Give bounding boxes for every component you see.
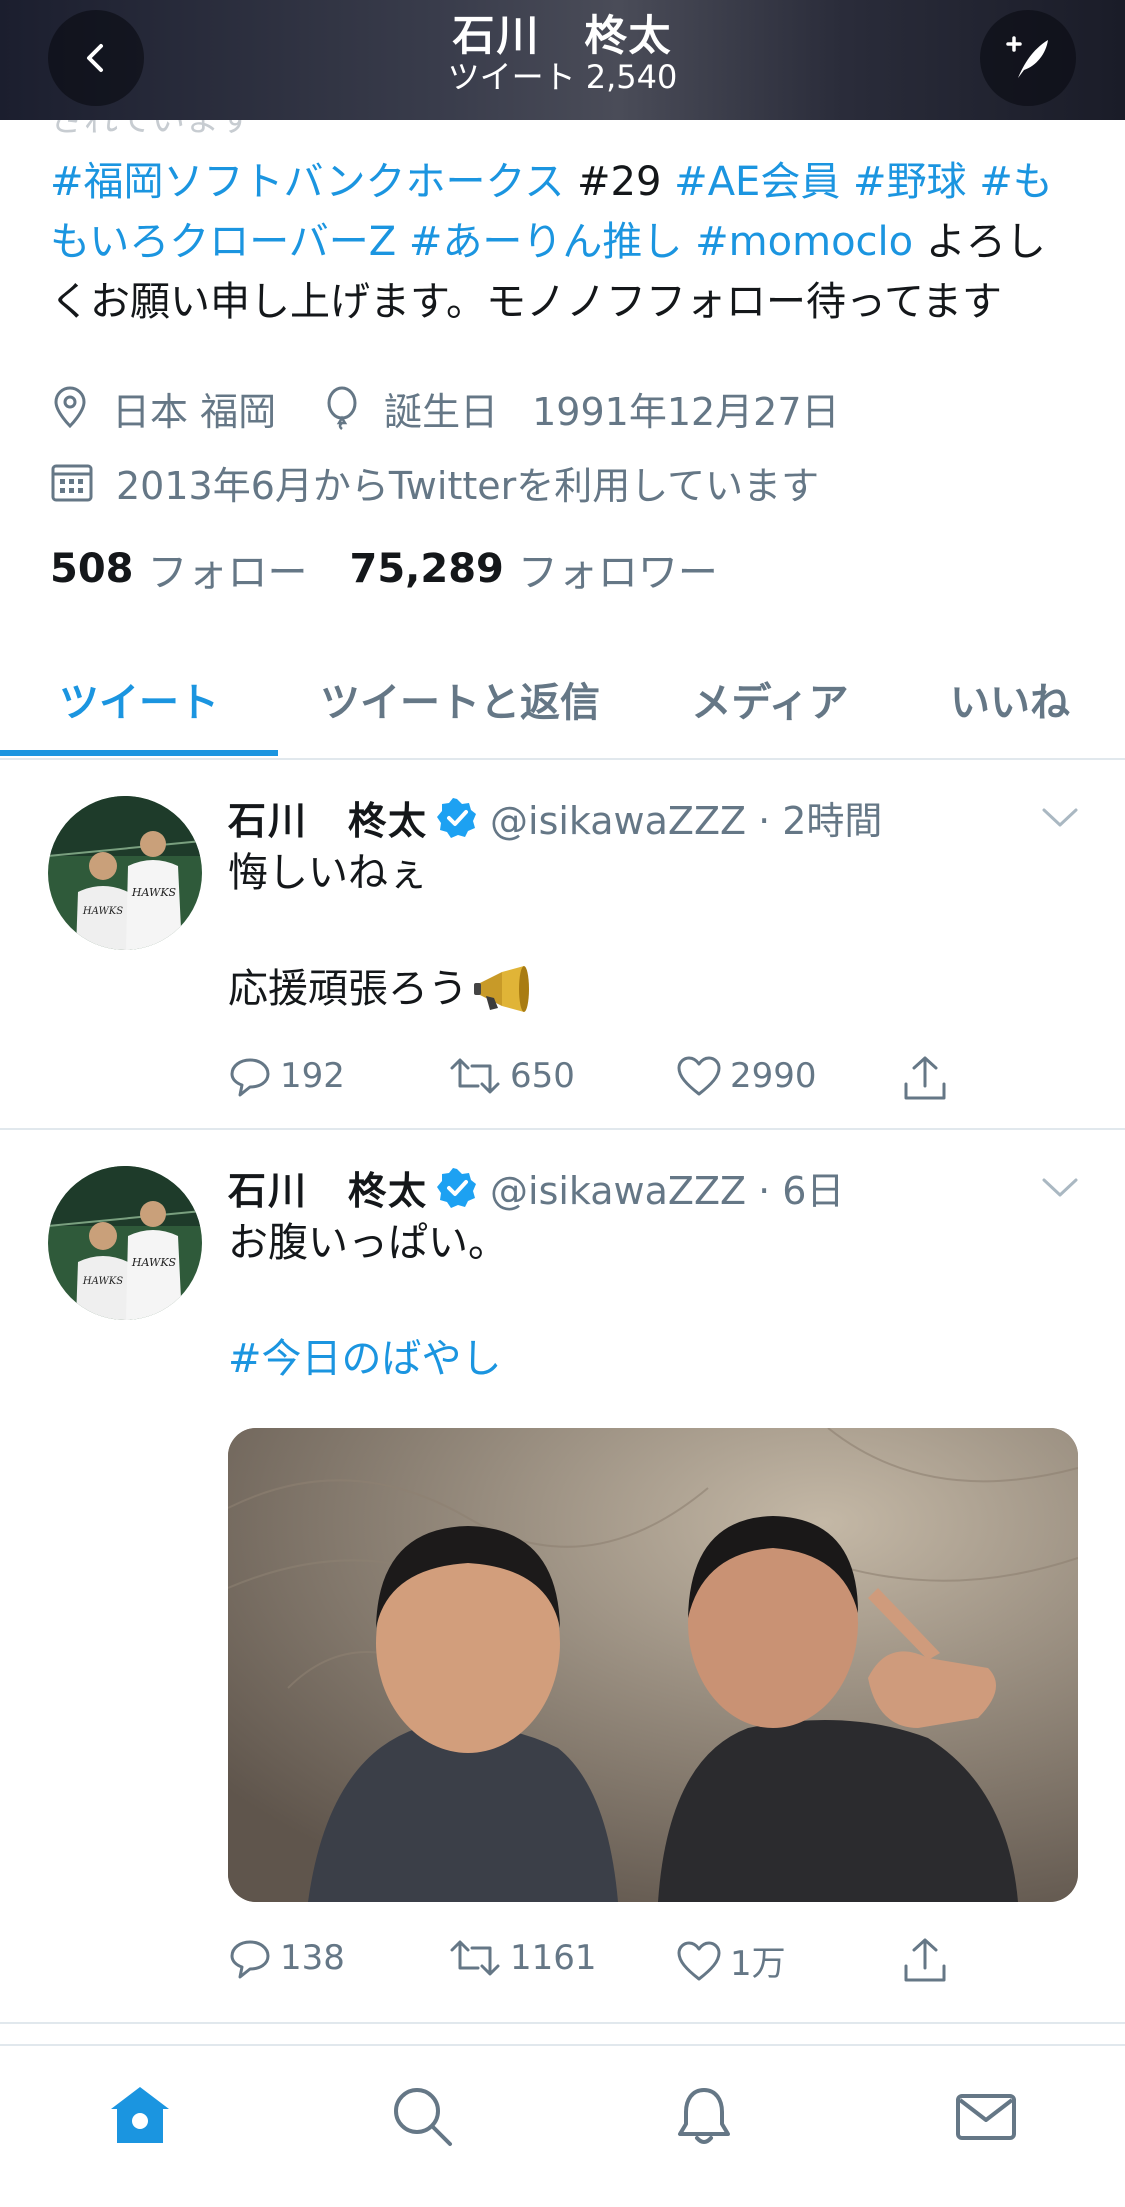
location-pin-icon [54,386,86,429]
share-icon [904,1938,946,1982]
followers-label[interactable]: フォロワー [518,540,718,598]
mail-icon [956,2094,1016,2140]
profile-joined-row: 2013年6月からTwitterを利用しています [50,452,819,512]
like-count: 1万 [730,1944,786,1984]
following-count[interactable]: 508 [50,546,134,592]
bio-hashtag[interactable]: #福岡ソフトバンクホークス [50,159,564,205]
retweet-button[interactable]: 1161 [448,1936,597,1980]
reply-count: 192 [280,1056,345,1096]
tab-likes[interactable]: いいね [910,640,1110,758]
header-tweet-count: ツイート 2,540 [447,58,678,96]
reply-button[interactable]: 192 [228,1054,345,1098]
bio-text: よろし [913,219,1046,265]
tweet-handle-time: @isikawaZZZ · 6日 [490,1169,845,1213]
retweet-icon [450,1940,500,1976]
reply-button[interactable]: 138 [228,1936,345,1980]
bell-icon [678,2088,730,2144]
profile-header: 石川 柊太 ツイート 2,540 [0,0,1125,120]
reply-icon [230,1940,270,1979]
bio-text: #29 [564,159,675,205]
balloon-icon [327,386,357,430]
profile-joined: 2013年6月からTwitterを利用しています [116,463,820,508]
tweet-author-name[interactable]: 石川 柊太 [228,1160,428,1215]
like-button[interactable]: 1万 [676,1936,786,1985]
svg-text:HAWKS: HAWKS [131,1256,177,1269]
search-icon [394,2088,452,2146]
tweet[interactable]: HAWKS HAWKS 石川 柊太 @isikawaZZZ · 2時間 悔しいね… [0,762,1125,1130]
bio-text: くお願い申し上げます。モノノフフォロー待ってます [50,279,1002,325]
verified-badge-icon [437,797,477,838]
avatar[interactable]: HAWKS HAWKS [48,1166,202,1320]
compose-feather-icon [1006,36,1048,78]
svg-text:HAWKS: HAWKS [82,1276,123,1287]
bio-hashtag[interactable]: #AE会員 [674,159,840,205]
tweet-actions: 192 650 2990 [228,1054,1058,1114]
following-label[interactable]: フォロー [148,540,308,598]
nav-home[interactable] [100,2076,180,2156]
follow-counts: 508 フォロー 75,289 フォロワー [50,540,760,598]
active-tab-indicator [0,750,278,756]
tab-tweets-replies[interactable]: ツイートと返信 [290,640,630,758]
profile-birthday: 1991年12月27日 [532,389,840,434]
chevron-down-icon[interactable] [1040,806,1080,830]
svg-text:HAWKS: HAWKS [131,886,177,899]
followers-count[interactable]: 75,289 [350,546,504,592]
tweet-divider [0,2022,1125,2024]
tweet-photo[interactable] [228,1428,1078,1902]
tweet-text-line: 応援頑張ろう [228,960,530,1018]
retweet-button[interactable]: 650 [448,1054,575,1098]
bio-hashtag[interactable]: #あーりん推し [409,219,683,265]
calendar-icon [51,464,93,502]
nav-search[interactable] [382,2076,462,2156]
megaphone-icon [474,966,529,1012]
profile-bio: #福岡ソフトバンクホークス #29 #AE会員 #野球 #も もいろクローバーZ… [50,152,1090,332]
share-button[interactable] [900,1054,958,1104]
retweet-count: 1161 [510,1938,597,1978]
chevron-down-icon[interactable] [1040,1176,1080,1200]
tweet-header: 石川 柊太 @isikawaZZZ · 2時間 [228,790,882,845]
compose-button[interactable] [980,10,1076,106]
share-button[interactable] [900,1936,958,1986]
profile-meta-row: 日本 福岡 誕生日 1991年12月27日 [50,378,840,438]
tweet-text-span: 応援頑張ろう [228,966,468,1012]
tweet-text-line: お腹いっぱい。 [228,1220,508,1266]
profile-location: 日本 福岡 [112,389,277,434]
nav-messages[interactable] [946,2076,1026,2156]
reply-icon [230,1058,270,1097]
nav-notifications[interactable] [664,2076,744,2156]
tweet-author-name[interactable]: 石川 柊太 [228,790,428,845]
bio-hashtag[interactable]: #野球 [853,159,967,205]
retweet-count: 650 [510,1056,575,1096]
bio-hashtag[interactable]: もいろクローバーZ [50,219,396,265]
tweet-text-line: #今日のばやし [228,1330,502,1388]
tweet-actions: 138 1161 1万 [228,1936,1058,1996]
heart-icon [677,1941,721,1980]
retweet-icon [450,1058,500,1094]
tab-media[interactable]: メディア [640,640,900,758]
bio-hashtag[interactable]: #も [979,159,1053,205]
heart-icon [677,1056,721,1096]
tweet-hashtag[interactable]: #今日のばやし [228,1336,502,1382]
svg-text:HAWKS: HAWKS [82,906,123,917]
tab-tweets[interactable]: ツイート [0,640,278,758]
birthday-label: 誕生日 [384,389,499,434]
tweet-text-line: 悔しいねぇ [228,850,428,896]
bio-hashtag[interactable]: #momoclo [695,219,913,265]
home-icon [111,2087,169,2143]
like-count: 2990 [730,1056,817,1096]
verified-badge-icon [437,1167,477,1208]
profile-tabs: ツイート ツイートと返信 メディア いいね [0,640,1125,760]
share-icon [904,1056,946,1100]
tweet-handle-time: @isikawaZZZ · 2時間 [490,799,883,843]
like-button[interactable]: 2990 [676,1054,817,1098]
reply-count: 138 [280,1938,345,1978]
tweet-header: 石川 柊太 @isikawaZZZ · 6日 [228,1160,844,1215]
bottom-nav [0,2044,1125,2207]
avatar[interactable]: HAWKS HAWKS [48,796,202,950]
